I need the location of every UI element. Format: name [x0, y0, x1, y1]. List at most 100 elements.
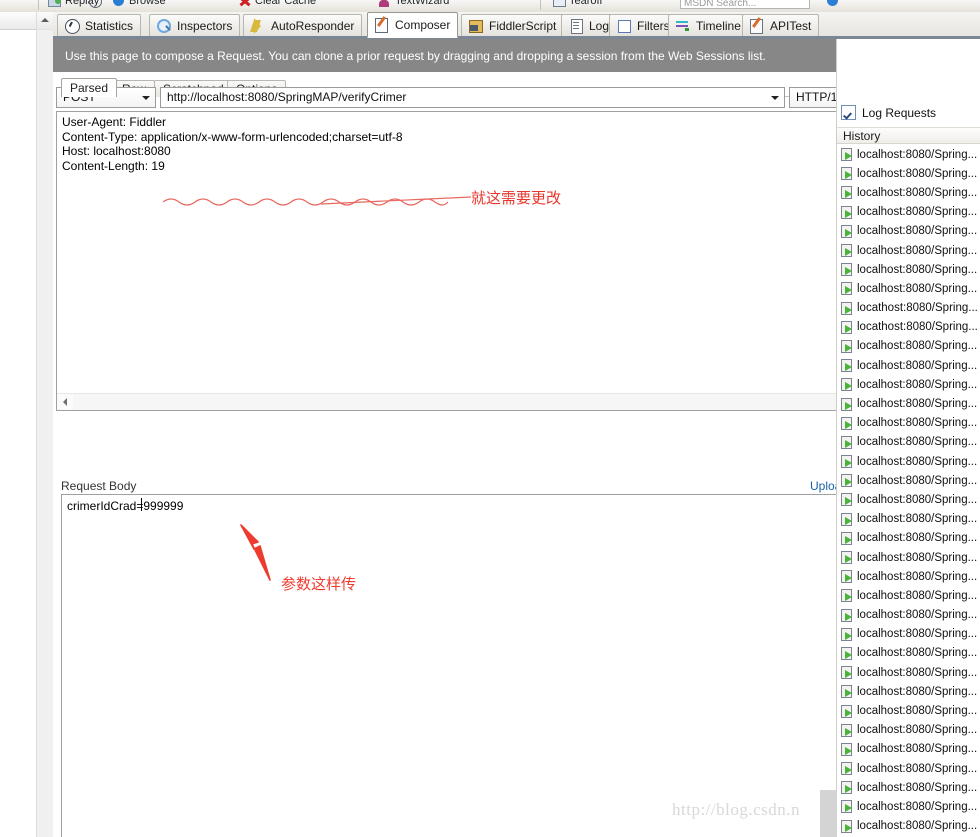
- history-list-item[interactable]: localhost:8080/Spring...: [837, 452, 980, 471]
- search-go-button[interactable]: [826, 0, 840, 7]
- scroll-up-button[interactable]: [37, 12, 53, 30]
- history-list-item[interactable]: localhost:8080/Spring...: [837, 241, 980, 260]
- scroll-left-button[interactable]: [57, 394, 73, 410]
- history-list-item[interactable]: localhost:8080/Spring...: [837, 279, 980, 298]
- tab-timeline[interactable]: Timeline: [668, 14, 749, 36]
- request-session-icon: [841, 224, 854, 238]
- watermark-text: http://blog.csdn.n: [672, 800, 800, 819]
- log-requests-label: Log Requests: [862, 105, 937, 120]
- history-list-item[interactable]: localhost:8080/Spring...: [837, 260, 980, 279]
- history-list-item[interactable]: localhost:8080/Spring...: [837, 797, 980, 816]
- history-list-item[interactable]: localhost:8080/Spring...: [837, 356, 980, 375]
- request-session-icon: [841, 627, 854, 641]
- history-item-label: localhost:8080/Spring...: [857, 513, 978, 526]
- toolbar-clear-cache-button[interactable]: Clear Cache: [238, 0, 316, 7]
- fiddler-window: Replay Browse Clear Cache TextWizard Tea…: [0, 0, 980, 837]
- tab-label: Statistics: [85, 18, 134, 33]
- chevron-down-icon: [142, 96, 150, 100]
- sessions-list-scrollbar[interactable]: [36, 12, 54, 837]
- history-list-item[interactable]: localhost:8080/Spring...: [837, 721, 980, 740]
- history-list-item[interactable]: localhost:8080/Spring...: [837, 164, 980, 183]
- history-list-item[interactable]: localhost:8080/Spring...: [837, 817, 980, 836]
- request-session-icon: [841, 167, 854, 181]
- window-icon: [552, 0, 566, 7]
- history-list-item[interactable]: localhost:8080/Spring...: [837, 586, 980, 605]
- request-session-icon: [841, 570, 854, 584]
- tab-statistics[interactable]: Statistics: [57, 14, 142, 36]
- history-list-item[interactable]: locathost:8080/Spring...: [837, 318, 980, 337]
- url-history-dropdown-button[interactable]: [766, 89, 783, 106]
- request-headers-editor[interactable]: User-Agent: Fiddler Content-Type: applic…: [56, 111, 873, 411]
- request-session-icon: [841, 301, 854, 315]
- tab-apitest[interactable]: APITest: [742, 14, 820, 36]
- history-list-item[interactable]: localhost:8080/Spring...: [837, 778, 980, 797]
- request-session-icon: [841, 512, 854, 526]
- history-list-item[interactable]: localhost:8080/Spring...: [837, 567, 980, 586]
- tab-fiddlerscript[interactable]: FiddlerScript: [461, 14, 565, 36]
- request-session-icon: [841, 474, 854, 488]
- chevron-down-icon: [771, 96, 779, 100]
- history-list-item[interactable]: localhost:8080/Spring...: [837, 663, 980, 682]
- history-list[interactable]: localhost:8080/Spring... localhost:8080/S…: [837, 145, 980, 837]
- history-list-item[interactable]: localhost:8080/Spring...: [837, 510, 980, 529]
- request-session-icon: [841, 493, 854, 507]
- request-session-icon: [841, 685, 854, 699]
- request-session-icon: [841, 723, 854, 737]
- toolbar-separator: [38, 0, 39, 10]
- log-requests-checkbox-row[interactable]: Log Requests: [841, 105, 936, 120]
- request-session-icon: [841, 435, 854, 449]
- history-list-item[interactable]: localhost:8080/Spring...: [837, 394, 980, 413]
- history-list-item[interactable]: localhost:8080/Spring...: [837, 490, 980, 509]
- apitest-icon: [749, 18, 765, 34]
- tab-autoresponder[interactable]: AutoResponder: [243, 14, 363, 36]
- globe-icon: [112, 0, 126, 7]
- request-body-editor[interactable]: crimerIdCrad=999999: [61, 494, 873, 837]
- msdn-search-input[interactable]: MSDN Search...: [680, 0, 810, 9]
- history-item-label: localhost:8080/Spring...: [857, 398, 978, 411]
- inspectors-icon: [156, 18, 172, 34]
- toolbar-textwizard-button[interactable]: TextWizard: [378, 0, 449, 7]
- history-list-item[interactable]: localhost:8080/Spring...: [837, 222, 980, 241]
- history-list-item[interactable]: localhost:8080/Spring...: [837, 548, 980, 567]
- history-list-item[interactable]: localhost:8080/Spring...: [837, 375, 980, 394]
- history-list-item[interactable]: locathost:8080/Spring...: [837, 299, 980, 318]
- subtab-parsed[interactable]: Parsed: [61, 78, 118, 97]
- history-list-item[interactable]: localhost:8080/Spring...: [837, 145, 980, 164]
- history-list-item[interactable]: localhost:8080/Spring...: [837, 183, 980, 202]
- history-list-item[interactable]: localhost:8080/Spring...: [837, 682, 980, 701]
- replay-icon: [48, 0, 62, 7]
- history-list-item[interactable]: localhost:8080/Spring...: [837, 433, 980, 452]
- tab-label: Timeline: [696, 18, 741, 33]
- request-url-input[interactable]: http://localhost:8080/SpringMAP/verifyCr…: [160, 87, 785, 108]
- history-list-item[interactable]: localhost:8080/Spring...: [837, 529, 980, 548]
- toolbar-separator: [540, 0, 541, 10]
- request-body-text: crimerIdCrad=999999: [67, 499, 184, 513]
- history-list-item[interactable]: localhost:8080/Spring...: [837, 414, 980, 433]
- history-list-item[interactable]: localhost:8080/Spring...: [837, 740, 980, 759]
- history-list-item[interactable]: localhost:8080/Spring...: [837, 203, 980, 222]
- toolbar-tearoff-button[interactable]: Tearoff: [552, 0, 602, 7]
- tab-inspectors[interactable]: Inspectors: [149, 14, 241, 36]
- tab-composer[interactable]: Composer: [367, 12, 459, 38]
- history-list-item[interactable]: localhost:8080/Spring...: [837, 471, 980, 490]
- autoresponder-icon: [250, 17, 266, 34]
- history-list-item[interactable]: localhost:8080/Spring...: [837, 644, 980, 663]
- history-item-label: localhost:8080/Spring...: [857, 340, 978, 353]
- history-item-label: localhost:8080/Spring...: [857, 743, 978, 756]
- toolbar-browse-button[interactable]: Browse: [112, 0, 166, 7]
- history-list-item[interactable]: localhost:8080/Spring...: [837, 625, 980, 644]
- history-list-item[interactable]: localhost:8080/Spring...: [837, 759, 980, 778]
- checkbox-checked-icon[interactable]: [841, 105, 856, 120]
- history-list-item[interactable]: localhost:8080/Spring...: [837, 337, 980, 356]
- headers-horizontal-scrollbar[interactable]: [57, 393, 872, 410]
- request-session-icon: [841, 666, 854, 680]
- request-session-icon: [841, 282, 854, 296]
- history-list-item[interactable]: localhost:8080/Spring...: [837, 606, 980, 625]
- filters-icon: [616, 18, 632, 34]
- history-item-label: localhost:8080/Spring...: [857, 820, 978, 833]
- request-session-icon: [841, 359, 854, 373]
- search-globe-icon: [826, 0, 840, 7]
- history-list-item[interactable]: localhost:8080/Spring...: [837, 701, 980, 720]
- toolbar-clock-button[interactable]: [88, 0, 102, 8]
- request-session-icon: [841, 646, 854, 660]
